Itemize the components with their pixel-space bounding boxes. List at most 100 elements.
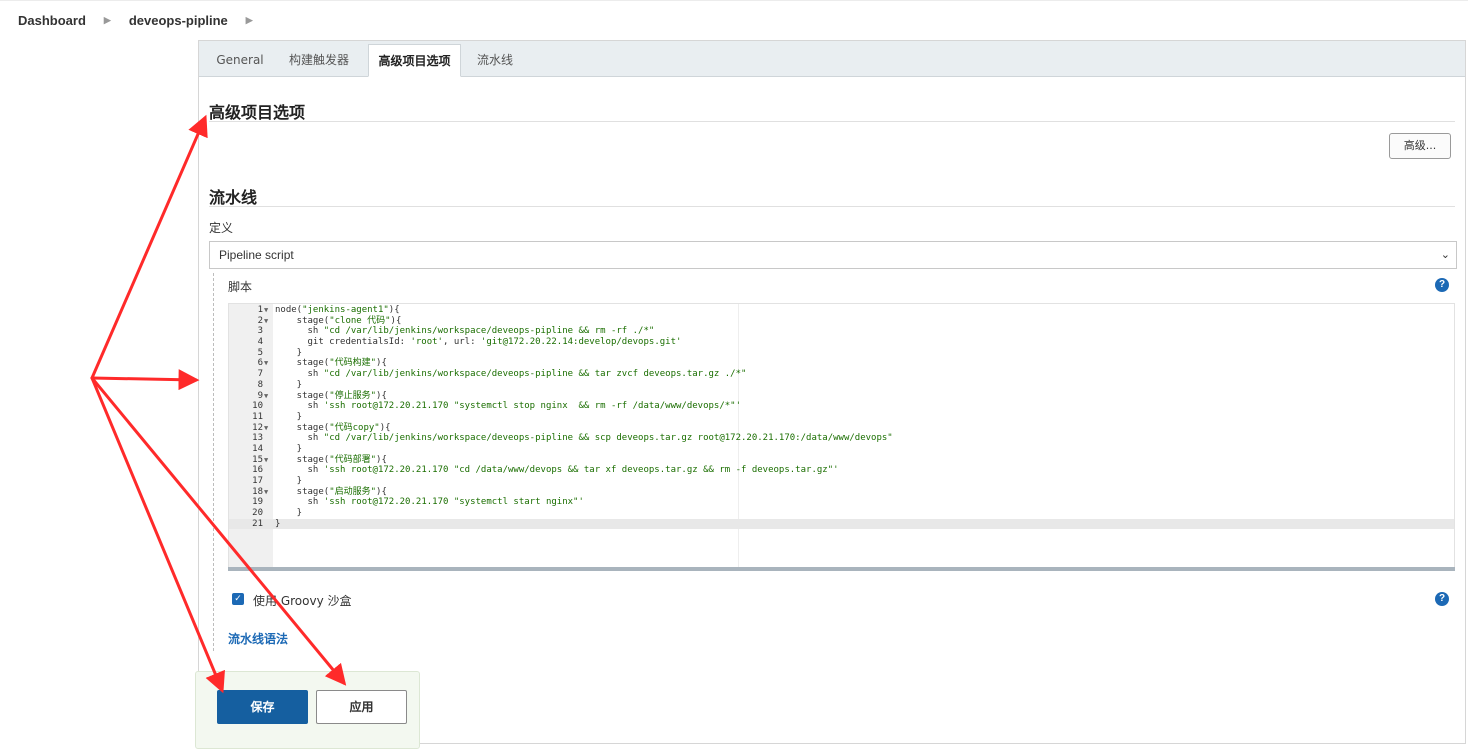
code-text: } <box>275 379 303 390</box>
definition-select[interactable]: Pipeline script ⌄ <box>209 241 1457 269</box>
pipeline-section-title: 流水线 <box>209 188 258 207</box>
line-number: 8 <box>257 379 263 390</box>
line-number: 20 <box>252 508 263 519</box>
code-text: } <box>275 347 303 358</box>
pipeline-script-editor[interactable]: 1 ▼ node("jenkins-agent1"){2 ▼ stage("clone… <box>228 303 1455 571</box>
code-line[interactable]: 8 } <box>229 380 1454 391</box>
code-text: stage("代码构建"){ <box>275 358 387 369</box>
section-divider <box>209 121 1455 122</box>
code-line[interactable]: 9 ▼ stage("停止服务"){ <box>229 391 1454 402</box>
tab-build-triggers[interactable]: 构建触发器 <box>279 44 359 76</box>
nested-section-border <box>213 273 214 651</box>
line-number: 15 <box>252 454 263 465</box>
code-line[interactable]: 11 } <box>229 412 1454 423</box>
tab-bar: General 构建触发器 高级项目选项 流水线 <box>199 41 1465 77</box>
editor-horizontal-scrollbar[interactable] <box>228 567 1455 571</box>
tab-advanced-project-options[interactable]: 高级项目选项 <box>368 44 461 77</box>
line-number: 16 <box>252 465 263 476</box>
advanced-button[interactable]: 高级... <box>1389 133 1451 159</box>
breadcrumb-project[interactable]: deveops-pipline <box>129 13 228 28</box>
pipeline-syntax-link[interactable]: 流水线语法 <box>228 630 288 647</box>
code-line[interactable]: 6 ▼ stage("代码构建"){ <box>229 358 1454 369</box>
code-line[interactable]: 7 sh "cd /var/lib/jenkins/workspace/deve… <box>229 369 1454 380</box>
line-number: 4 <box>257 337 263 348</box>
annotation-arrow <box>90 369 200 391</box>
code-line[interactable]: 15 ▼ stage("代码部署"){ <box>229 455 1454 466</box>
code-line[interactable]: 13 sh "cd /var/lib/jenkins/workspace/dev… <box>229 433 1454 444</box>
line-number: 9 <box>257 390 263 401</box>
definition-label: 定义 <box>209 221 234 235</box>
fold-toggle-icon[interactable]: ▼ <box>264 487 268 498</box>
fold-toggle-icon[interactable]: ▼ <box>264 391 268 402</box>
code-line[interactable]: 12 ▼ stage("代码copy"){ <box>229 423 1454 434</box>
code-text: sh "cd /var/lib/jenkins/workspace/deveop… <box>275 326 655 337</box>
section-divider <box>209 206 1455 207</box>
code-line[interactable]: 5 } <box>229 348 1454 359</box>
code-line[interactable]: 4 git credentialsId: 'root', url: 'git@1… <box>229 337 1454 348</box>
line-number: 5 <box>257 347 263 358</box>
code-line[interactable]: 20 } <box>229 508 1454 519</box>
breadcrumb: Dashboard ▶ deveops-pipline ▶ <box>0 0 1468 40</box>
code-line[interactable]: 10 sh 'ssh root@172.20.21.170 "systemctl… <box>229 401 1454 412</box>
groovy-sandbox-label[interactable]: 使用 Groovy 沙盒 <box>253 592 352 609</box>
code-lines: 1 ▼ node("jenkins-agent1"){2 ▼ stage("clone… <box>229 305 1454 530</box>
line-number: 11 <box>252 411 263 422</box>
line-number: 7 <box>257 369 263 380</box>
code-text: } <box>275 476 303 486</box>
line-number: 14 <box>252 443 263 454</box>
code-text: git credentialsId: 'root', url: 'git@172… <box>275 337 682 348</box>
breadcrumb-dashboard[interactable]: Dashboard <box>18 13 86 28</box>
code-line[interactable]: 17 } <box>229 476 1454 487</box>
fold-toggle-icon[interactable]: ▼ <box>264 305 268 316</box>
code-text: } <box>275 518 281 529</box>
code-text: stage("停止服务"){ <box>275 390 387 401</box>
line-number: 21 <box>252 518 263 529</box>
code-text: stage("启动服务"){ <box>275 486 387 497</box>
code-text: sh "cd /var/lib/jenkins/workspace/deveop… <box>275 369 747 380</box>
code-text: stage("代码copy"){ <box>275 422 391 433</box>
code-text: node("jenkins-agent1"){ <box>275 305 400 315</box>
chevron-right-icon[interactable]: ▶ <box>246 15 253 26</box>
tab-pipeline[interactable]: 流水线 <box>467 44 523 76</box>
tab-general[interactable]: General <box>209 44 271 76</box>
code-text: sh 'ssh root@172.20.21.170 "systemctl st… <box>275 497 584 508</box>
chevron-right-icon[interactable]: ▶ <box>104 15 111 26</box>
code-text: sh 'ssh root@172.20.21.170 "systemctl st… <box>275 401 742 412</box>
config-panel: General 构建触发器 高级项目选项 流水线 高级项目选项 高级... 流水… <box>198 40 1466 744</box>
definition-value: Pipeline script <box>219 248 294 262</box>
script-label: 脚本 <box>228 280 253 294</box>
code-line[interactable]: 19 sh 'ssh root@172.20.21.170 "systemctl… <box>229 497 1454 508</box>
code-line[interactable]: 16 sh 'ssh root@172.20.21.170 "cd /data/… <box>229 465 1454 476</box>
checkmark-icon: ✓ <box>234 594 242 604</box>
fold-toggle-icon[interactable]: ▼ <box>264 316 268 327</box>
line-number: 10 <box>252 401 263 412</box>
line-number: 19 <box>252 497 263 508</box>
code-line[interactable]: 18 ▼ stage("启动服务"){ <box>229 487 1454 498</box>
save-button[interactable]: 保存 <box>217 690 308 724</box>
advanced-section-title: 高级项目选项 <box>209 103 306 122</box>
fold-toggle-icon[interactable]: ▼ <box>264 358 268 369</box>
code-text: stage("clone 代码"){ <box>275 315 402 326</box>
groovy-sandbox-checkbox[interactable]: ✓ <box>232 593 244 605</box>
help-icon[interactable]: ? <box>1435 592 1449 606</box>
code-line[interactable]: 21} <box>229 518 1454 530</box>
line-number: 13 <box>252 433 263 444</box>
code-text: sh 'ssh root@172.20.21.170 "cd /data/www… <box>275 465 839 476</box>
code-line[interactable]: 14 } <box>229 444 1454 455</box>
annotation-arrow <box>90 114 208 380</box>
help-icon[interactable]: ? <box>1435 278 1449 292</box>
code-text: sh "cd /var/lib/jenkins/workspace/deveop… <box>275 433 893 444</box>
code-line[interactable]: 2 ▼ stage("clone 代码"){ <box>229 316 1454 327</box>
code-text: } <box>275 411 303 422</box>
fold-toggle-icon[interactable]: ▼ <box>264 423 268 434</box>
fold-toggle-icon[interactable]: ▼ <box>264 455 268 466</box>
code-line[interactable]: 1 ▼ node("jenkins-agent1"){ <box>229 305 1454 316</box>
line-number: 3 <box>257 326 263 337</box>
line-number: 17 <box>252 476 263 486</box>
code-line[interactable]: 3 sh "cd /var/lib/jenkins/workspace/deve… <box>229 326 1454 337</box>
code-text: stage("代码部署"){ <box>275 454 387 465</box>
line-number: 18 <box>252 486 263 497</box>
line-number: 2 <box>257 315 263 326</box>
apply-button[interactable]: 应用 <box>316 690 407 724</box>
code-text: } <box>275 443 303 454</box>
